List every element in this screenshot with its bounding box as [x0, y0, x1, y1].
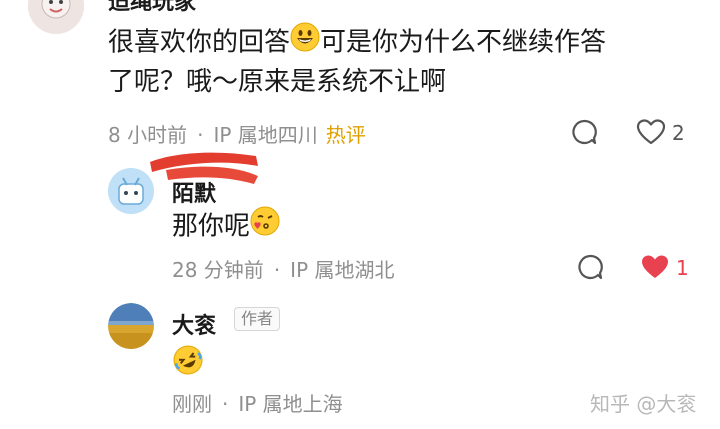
reply-bubble-icon[interactable]: [570, 118, 598, 150]
avatar-comment1[interactable]: [28, 0, 84, 34]
comment2-text-content: 那你呢: [172, 211, 251, 242]
comment2-meta: 28 分钟前 · IP 属地湖北: [172, 254, 395, 283]
comment1-meta: 8 小时前 · IP 属地四川 热评: [108, 119, 366, 148]
like-heart-icon[interactable]: [636, 118, 666, 150]
comment1-location: IP 属地四川: [213, 123, 318, 147]
rolling-on-floor-laughing-emoji-icon: [172, 344, 204, 380]
comment2-like-count: 1: [676, 256, 689, 280]
comment3-meta: 刚刚 · IP 属地上海: [172, 388, 343, 417]
comment2-time: 28 分钟前: [172, 258, 264, 282]
comment3-time: 刚刚: [172, 392, 212, 416]
comment1-like-count: 2: [672, 121, 685, 145]
comment3-author[interactable]: 大衮: [172, 308, 216, 340]
reply-bubble-icon[interactable]: [576, 253, 604, 285]
separator-dot: ·: [273, 258, 281, 282]
separator-dot: ·: [197, 123, 204, 147]
hot-comment-tag: 热评: [325, 123, 366, 147]
comment1-text-line1-tail: 可是你为什么不继续作答: [320, 27, 607, 58]
comment1-text-line1: 很喜欢你的回答: [108, 27, 291, 58]
comment3-location: IP 属地上海: [238, 392, 343, 416]
avatar-comment3[interactable]: [108, 303, 154, 349]
comment1-text-line2: 了呢？哦～原来是系统不让啊: [108, 67, 447, 97]
liked-heart-icon[interactable]: [640, 253, 670, 285]
avatar-cartoon-icon: [108, 168, 154, 214]
comment1-author[interactable]: 迢绳玩家: [108, 0, 196, 16]
separator-dot: ·: [222, 392, 229, 416]
author-badge: 作者: [234, 307, 281, 331]
kissing-face-with-heart-emoji-icon: [250, 206, 280, 248]
grinning-face-emoji-icon: [290, 22, 320, 64]
avatar-landscape-icon: [108, 303, 154, 349]
zhihu-watermark: 知乎 @大衮: [590, 392, 697, 416]
comment1-text: 很喜欢你的回答 可是你为什么不继续作答: [108, 22, 606, 64]
comment2-text: 那你呢: [172, 206, 280, 248]
comment2-location: IP 属地湖北: [290, 258, 395, 282]
avatar-comment2[interactable]: [108, 168, 154, 214]
comment1-time: 8 小时前: [108, 123, 188, 147]
comment2-author[interactable]: 陌默: [172, 176, 216, 208]
avatar-cartoon-icon: [28, 0, 84, 34]
